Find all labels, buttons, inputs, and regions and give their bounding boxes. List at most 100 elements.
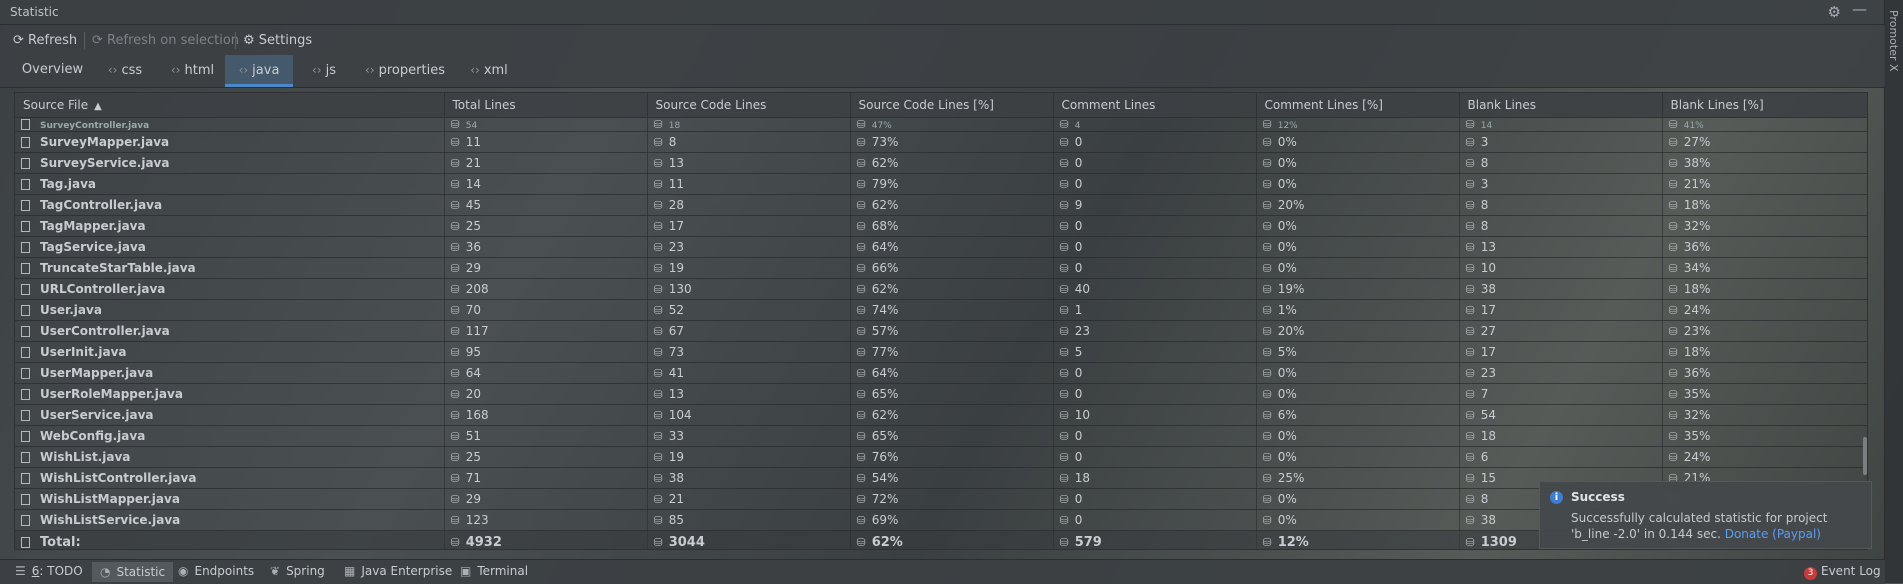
stat-cell: ⛁ 66% [850,257,1054,279]
table-row[interactable]: TagService.java ⛁ 36 ⛁ 23 ⛁ 64% ⛁ 0 ⛁ 0% ⛁ 13 ⛁ 36% [15,236,1867,258]
minimize-icon[interactable]: — [1852,0,1867,18]
gear-icon[interactable]: ⚙ [1828,3,1841,21]
donate-paypal-link[interactable]: Donate (Paypal) [1725,527,1821,541]
table-row[interactable]: UserMapper.java ⛁ 64 ⛁ 41 ⛁ 64% ⛁ 0 ⛁ 0% ⛁ 23 ⛁ 36% [15,362,1867,384]
stat-cell: ⛁ 72% [850,488,1054,510]
file-cell: UserRoleMapper.java [15,383,445,405]
stack-icon: ⛁ [1262,451,1272,464]
tab-html[interactable]: ‹› html [160,55,225,87]
cell-value: 35% [1683,387,1711,401]
stat-cell: ⛁ 20 [444,383,648,405]
table-row[interactable]: UserInit.java ⛁ 95 ⛁ 73 ⛁ 77% ⛁ 5 ⛁ 5% ⛁ 17 ⛁ 18% [15,341,1867,363]
refresh-on-selection-label: Refresh on selection [107,33,240,48]
stat-cell: ⛁ 4932 [444,530,648,549]
success-notification[interactable]: i Success Successfully calculated statis… [1539,481,1872,549]
cell-value: 23 [1480,366,1496,380]
table-row[interactable]: UserRoleMapper.java ⛁ 20 ⛁ 13 ⛁ 65% ⛁ 0 ⛁ 0% ⛁ 7 ⛁ 35% [15,383,1867,405]
stat-cell: ⛁ 8 [1459,215,1663,237]
table-row[interactable]: WebConfig.java ⛁ 51 ⛁ 33 ⛁ 65% ⛁ 0 ⛁ 0% ⛁ 18 ⛁ 35% [15,425,1867,447]
stat-cell: ⛁ 32% [1662,215,1867,237]
table-row[interactable]: URLController.java ⛁ 208 ⛁ 130 ⛁ 62% ⛁ 40 ⛁ 19% ⛁ 38… [15,278,1867,300]
cell-value: UserMapper.java [40,366,154,380]
file-icon [21,452,30,463]
cell-value: 0 [1074,261,1083,275]
table-row[interactable]: UserService.java ⛁ 168 ⛁ 104 ⛁ 62% ⛁ 10 ⛁ 6% ⛁ 54 ⛁ 32… [15,404,1867,426]
stack-icon: ⛁ [856,178,866,191]
cell-value: 12% [1277,121,1298,131]
stack-icon: ⛁ [1668,304,1678,317]
stat-cell: ⛁ 62% [850,194,1054,216]
stack-icon: ⛁ [1668,136,1678,149]
stack-icon: ⛁ [450,220,460,233]
cell-value: 95 [465,345,481,359]
table-row[interactable]: TagController.java ⛁ 45 ⛁ 28 ⛁ 62% ⛁ 9 ⛁ 20% ⛁ 8 ⛁ 18% [15,194,1867,216]
tab-js[interactable]: ‹› js [300,55,348,87]
column-header-source-file[interactable]: Source File ▲ [15,93,445,118]
stack-icon: ⛁ [653,325,663,338]
table-scrollbar[interactable] [1863,437,1867,475]
settings-button[interactable]: ⚙ Settings [243,33,312,48]
cell-value: 8 [1480,219,1489,233]
column-header-total-lines[interactable]: Total Lines [444,93,648,118]
file-icon [21,431,30,442]
column-header-blank-lines-percent[interactable]: Blank Lines [%] [1662,93,1867,118]
event-log-button[interactable]: 3 Event Log [1804,564,1881,580]
tab-properties[interactable]: ‹› properties [356,55,454,87]
stack-icon: ⛁ [1668,388,1678,401]
table-row[interactable]: SurveyService.java ⛁ 21 ⛁ 13 ⛁ 62% ⛁ 0 ⛁ 0% ⛁ 8 ⛁ 38% [15,152,1867,174]
column-header-comment-lines-percent[interactable]: Comment Lines [%] [1256,93,1460,118]
cell-value: 18 [1480,429,1496,443]
cell-value: 27 [1480,324,1496,338]
tab-overview[interactable]: Overview [14,55,91,87]
table-row[interactable]: Tag.java ⛁ 14 ⛁ 11 ⛁ 79% ⛁ 0 ⛁ 0% ⛁ 3 ⛁ 21% [15,173,1867,195]
stat-cell: ⛁ 0% [1256,362,1460,384]
column-header-comment-lines[interactable]: Comment Lines [1053,93,1257,118]
refresh-button[interactable]: ⟳ Refresh [13,33,77,48]
column-header-blank-lines[interactable]: Blank Lines [1459,93,1663,118]
code-icon: ‹› [170,63,181,77]
terminal-tool-button[interactable]: ▣ Terminal [460,564,528,578]
spring-tool-button[interactable]: ❦ Spring [270,564,325,578]
column-header-source-code-lines-percent[interactable]: Source Code Lines [%] [850,93,1054,118]
stack-icon: ⛁ [1262,220,1272,233]
stat-cell: ⛁ 11 [444,131,648,153]
header-label: Source Code Lines [%] [858,98,994,112]
cell-value: 6% [1277,408,1297,422]
table-row[interactable]: TruncateStarTable.java ⛁ 29 ⛁ 19 ⛁ 66% ⛁ 0 ⛁ 0% ⛁ 10… [15,257,1867,279]
stat-cell: ⛁ 3 [1459,173,1663,195]
tab-xml[interactable]: ‹› xml [464,55,514,87]
cell-value: 32% [1683,219,1711,233]
statistic-tool-button[interactable]: ◔ Statistic [92,562,174,582]
spring-label: Spring [286,564,325,578]
table-row[interactable]: TagMapper.java ⛁ 25 ⛁ 17 ⛁ 68% ⛁ 0 ⛁ 0% ⛁ 8 ⛁ 32% [15,215,1867,237]
stack-icon: ⛁ [856,199,866,212]
stat-cell: ⛁ 18 [1053,467,1257,489]
table-row[interactable]: User.java ⛁ 70 ⛁ 52 ⛁ 74% ⛁ 1 ⛁ 1% ⛁ 17 ⛁ 24% [15,299,1867,321]
header-label: Comment Lines [1061,98,1156,112]
table-row[interactable]: WishList.java ⛁ 25 ⛁ 19 ⛁ 76% ⛁ 0 ⛁ 0% ⛁ 6 ⛁ 24% [15,446,1867,468]
table-row[interactable]: SurveyMapper.java ⛁ 11 ⛁ 8 ⛁ 73% ⛁ 0 ⛁ 0% ⛁ 3 ⛁ 27% [15,131,1867,153]
stack-icon: ⛁ [653,199,663,212]
stack-icon: ⛁ [450,199,460,212]
endpoints-tool-button[interactable]: ◉ Endpoints [178,564,254,578]
stat-cell: ⛁ 104 [647,404,851,426]
stack-icon: ⛁ [450,514,460,527]
cell-value: 41 [668,366,684,380]
cell-value: 57% [871,324,899,338]
refresh-on-selection-button[interactable]: ⟳ Refresh on selection [92,33,239,48]
stat-cell: ⛁ 0% [1256,425,1460,447]
cell-value: 1% [1277,303,1297,317]
stack-icon: ⛁ [1262,388,1272,401]
table-row[interactable]: UserController.java ⛁ 117 ⛁ 67 ⛁ 57% ⛁ 23 ⛁ 20% ⛁ 27… [15,320,1867,342]
promoter-x-tab[interactable]: Promoter X [1887,10,1900,72]
stack-icon: ⛁ [450,283,460,296]
column-header-source-code-lines[interactable]: Source Code Lines [647,93,851,118]
todo-tool-button[interactable]: ☰ 6: TODO [15,564,83,578]
stat-cell: ⛁ 65% [850,425,1054,447]
tab-java[interactable]: ‹› java [225,55,293,87]
tab-css[interactable]: ‹› css [95,55,155,87]
stack-icon: ⛁ [1262,493,1272,506]
stack-icon: ⛁ [1668,367,1678,380]
java-enterprise-tool-button[interactable]: ▦ Java Enterprise [344,564,452,578]
table-row-partial[interactable]: SurveyController.java ⛁ 54 ⛁ 18 ⛁ 47% ⛁ 4 ⛁ 12% ⛁ 14… [15,117,1867,132]
